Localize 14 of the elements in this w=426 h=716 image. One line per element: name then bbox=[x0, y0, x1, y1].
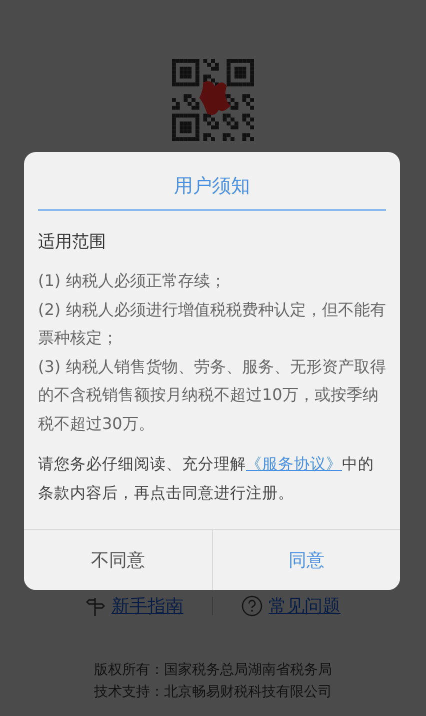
signpost-icon bbox=[86, 595, 106, 617]
section-title: 适用范围 bbox=[38, 231, 107, 253]
help-link[interactable]: 常见问题 bbox=[268, 594, 340, 618]
footer-text: 技术支持：北京畅易财税科技有限公司 bbox=[94, 683, 332, 701]
agreement-link[interactable]: 《服务协议》 bbox=[246, 455, 342, 473]
footer-text: 版权所有：国家税务总局湖南省税务局 bbox=[94, 661, 332, 679]
rule-text: (3) 纳税人销售货物、劳务、服务、无形资产取得的不含税销售额按月纳税不超过10万，或按季纳税不超过30万。 bbox=[38, 356, 386, 434]
rule-text: (2) 纳税人必须进行增值税税费种认定，但不能有票种核定； bbox=[38, 298, 386, 349]
notice-text: 请您务必仔细阅读、充分理解《服务协议》中的条款内容后，再点击同意进行注册。 bbox=[38, 454, 375, 504]
disagree-button[interactable]: 不同意 bbox=[24, 530, 212, 590]
dialog-title: 用户须知 bbox=[173, 174, 251, 198]
rule-text: (1) 纳税人必须正常存续； bbox=[38, 270, 227, 292]
help-link[interactable]: 新手指南 bbox=[112, 594, 184, 618]
help-icon bbox=[240, 595, 262, 617]
